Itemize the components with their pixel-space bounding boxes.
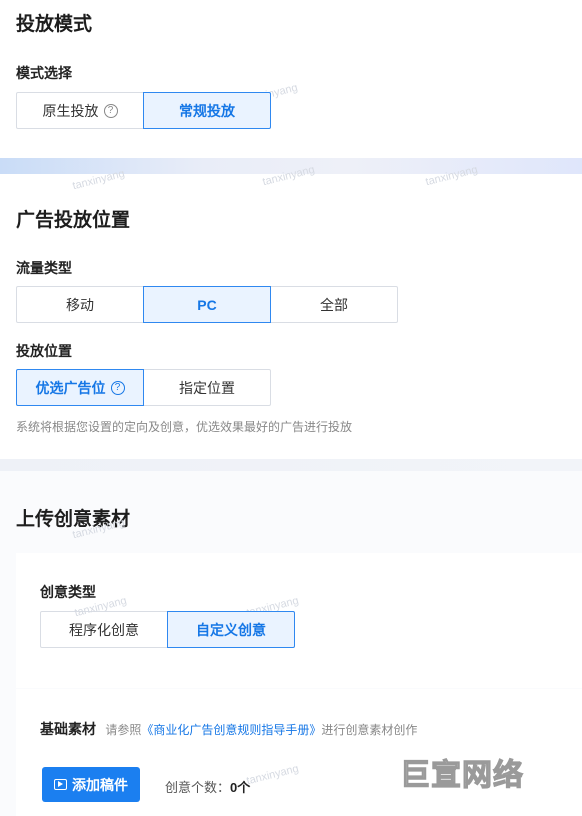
basic-material-label: 基础素材 (40, 721, 96, 737)
section-divider (0, 459, 582, 471)
creative-type-label: 创意类型 (40, 584, 96, 600)
delivery-mode-title: 投放模式 (16, 14, 93, 35)
delivery-mode-section: 投放模式 模式选择 原生投放 ? 常规投放 tanxinyang (0, 0, 582, 158)
traffic-option-all-label: 全部 (320, 296, 348, 313)
section-divider (0, 158, 582, 174)
creative-count-label: 创意个数： (165, 780, 231, 795)
traffic-option-pc-label: PC (197, 296, 217, 313)
mode-option-regular-label: 常规投放 (179, 102, 235, 119)
brand-logo: 巨宣网络 (399, 758, 524, 792)
add-draft-button-label: 添加稿件 (72, 776, 128, 793)
mode-select-label: 模式选择 (16, 65, 72, 81)
position-option-preferred-label: 优选广告位 (35, 379, 106, 396)
position-option-specified-label: 指定位置 (179, 379, 235, 396)
basic-material-prefix: 请参照 (105, 723, 142, 737)
traffic-option-all[interactable]: 全部 (270, 286, 398, 323)
creative-option-custom[interactable]: 自定义创意 (167, 611, 295, 648)
creative-option-programmatic[interactable]: 程序化创意 (40, 611, 168, 648)
guide-manual-link[interactable]: 《商业化广告创意规则指导手册》 (141, 723, 321, 737)
ad-position-section: tanxinyang tanxinyang tanxinyang 广告投放位置 … (0, 164, 582, 459)
traffic-option-mobile-label: 移动 (66, 296, 94, 313)
position-label: 投放位置 (16, 343, 72, 359)
add-draft-button[interactable]: 添加稿件 (42, 767, 140, 802)
mode-option-regular[interactable]: 常规投放 (143, 92, 271, 129)
creative-count-value: 0个 (230, 780, 251, 795)
creative-type-card: 创意类型 程序化创意 自定义创意 tanxinyang tanxinyang (16, 553, 582, 688)
mode-option-native-label: 原生投放 (42, 102, 99, 119)
basic-material-row: 基础素材 请参照《商业化广告创意规则指导手册》进行创意素材创作 (40, 719, 417, 739)
creative-type-segmented-control: 程序化创意 自定义创意 (40, 611, 295, 648)
traffic-type-label: 流量类型 (16, 260, 72, 276)
position-segmented-control: 优选广告位 ? 指定位置 (16, 369, 271, 406)
traffic-option-pc[interactable]: PC (143, 286, 271, 323)
upload-creative-title: 上传创意素材 (16, 509, 131, 530)
mode-segmented-control: 原生投放 ? 常规投放 (16, 92, 271, 129)
creative-count: 创意个数：0个 (165, 777, 250, 796)
help-circle-icon[interactable]: ? (103, 103, 118, 118)
help-circle-icon[interactable]: ? (110, 380, 125, 395)
position-option-preferred[interactable]: 优选广告位 ? (16, 369, 144, 406)
position-hint: 系统将根据您设置的定向及创意，优选效果最好的广告进行投放 (16, 420, 353, 434)
basic-material-suffix: 进行创意素材创作 (321, 723, 418, 737)
creative-option-custom-label: 自定义创意 (196, 621, 266, 638)
traffic-segmented-control: 移动 PC 全部 (16, 286, 398, 323)
position-option-specified[interactable]: 指定位置 (143, 369, 271, 406)
mode-option-native[interactable]: 原生投放 ? (16, 92, 144, 129)
creative-option-programmatic-label: 程序化创意 (69, 621, 139, 638)
traffic-option-mobile[interactable]: 移动 (16, 286, 144, 323)
watermark: tanxinyang (245, 762, 300, 788)
video-play-icon (54, 779, 67, 790)
ad-position-title: 广告投放位置 (16, 210, 131, 231)
